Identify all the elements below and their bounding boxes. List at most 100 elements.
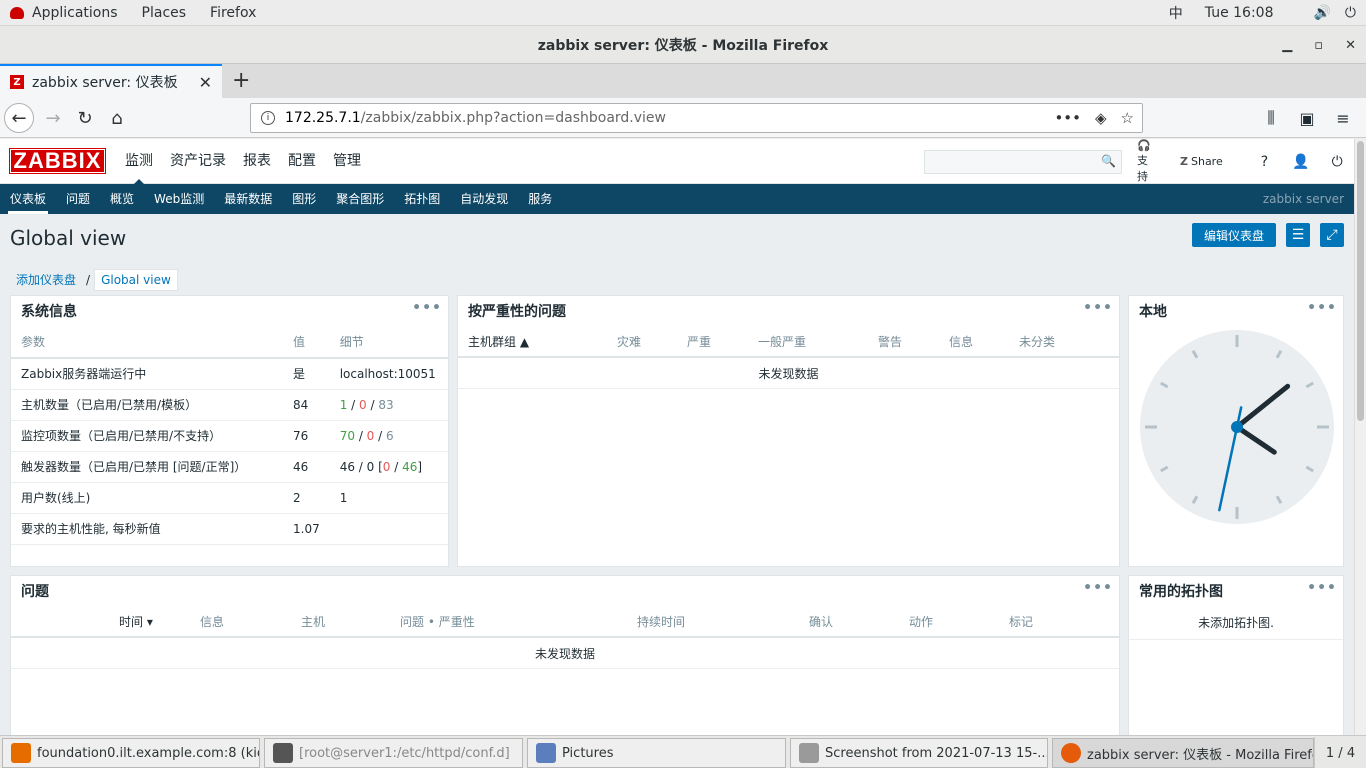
window-titlebar: zabbix server: 仪表板 - Mozilla Firefox ▁ ▫… xyxy=(0,26,1366,64)
sub-menu-overview[interactable]: 概览 xyxy=(100,184,144,214)
value-cell: 46 xyxy=(283,451,330,483)
home-icon[interactable]: ⌂ xyxy=(102,103,132,133)
column-host-group[interactable]: 主机群组 ▲ xyxy=(468,333,529,350)
widget-menu-icon[interactable]: ••• xyxy=(1307,580,1337,596)
column-not-classified: 未分类 xyxy=(1019,334,1056,349)
system-info-table: 参数 值 细节 Zabbix服务器端运行中 是 localhost:10051 … xyxy=(11,326,448,545)
support-label: 支持 xyxy=(1137,154,1148,183)
page-scrollbar[interactable] xyxy=(1354,139,1366,735)
power-icon[interactable]: ⏻ xyxy=(1345,5,1356,21)
sub-menu: 仪表板 问题 概览 Web监测 最新数据 图形 聚合图形 拓扑图 自动发现 服务… xyxy=(0,184,1354,214)
detail-cell: 1 / 0 / 83 xyxy=(329,389,448,421)
pocket-icon[interactable]: ◈ xyxy=(1095,109,1107,127)
value-cell: 76 xyxy=(283,420,330,452)
sign-out-icon[interactable]: ⏻ xyxy=(1332,154,1343,170)
detail-templates: 83 xyxy=(378,397,394,412)
main-menu-configuration[interactable]: 配置 xyxy=(281,139,323,184)
forward-icon[interactable]: → xyxy=(38,103,68,133)
clock-widget: 本地 ••• xyxy=(1128,295,1344,567)
applications-menu[interactable]: Applications xyxy=(32,5,118,21)
search-input[interactable]: 🔍 xyxy=(924,150,1122,174)
param-cell: 触发器数量（已启用/已禁用 [问题/正常]） xyxy=(11,451,283,483)
library-icon[interactable]: ⫼ xyxy=(1256,103,1286,133)
detail-prefix: 46 / 0 [ xyxy=(339,459,383,474)
bookmark-star-icon[interactable]: ☆ xyxy=(1121,109,1134,127)
breadcrumb-current[interactable]: Global view xyxy=(94,268,178,291)
sub-menu-discovery[interactable]: 自动发现 xyxy=(450,184,518,214)
clock[interactable]: Tue 16:08 xyxy=(1205,5,1274,21)
user-profile-icon[interactable]: 👤 xyxy=(1292,154,1309,170)
detail-cell xyxy=(329,513,448,545)
zabbix-logo[interactable]: ZABBIX xyxy=(9,148,106,174)
taskbar-item-foundation[interactable]: foundation0.ilt.example.com:8 (kios... xyxy=(2,738,260,768)
reload-icon[interactable]: ↻ xyxy=(70,103,100,133)
support-link[interactable]: 🎧 支持 xyxy=(1137,139,1164,184)
taskbar-item-terminal[interactable]: [root@server1:/etc/httpd/conf.d] xyxy=(264,738,523,768)
scrollbar-thumb[interactable] xyxy=(1357,141,1364,421)
url-bar[interactable]: i 172.25.7.1/zabbix/zabbix.php?action=da… xyxy=(250,103,1143,133)
taskbar-item-screenshot[interactable]: Screenshot from 2021-07-13 15-... xyxy=(790,738,1048,768)
widget-header: 问题 ••• xyxy=(11,576,1119,606)
info-icon[interactable]: i xyxy=(261,111,275,125)
widget-menu-icon[interactable]: ••• xyxy=(1083,580,1113,596)
sidebar-icon[interactable]: ▣ xyxy=(1292,103,1322,133)
sub-menu-web[interactable]: Web监测 xyxy=(144,184,214,214)
hamburger-menu-icon[interactable]: ≡ xyxy=(1328,103,1358,133)
sub-menu-latest-data[interactable]: 最新数据 xyxy=(214,184,282,214)
firefox-menu[interactable]: Firefox xyxy=(210,5,256,21)
detail-suffix: ] xyxy=(417,459,423,474)
sub-menu-screens[interactable]: 聚合图形 xyxy=(326,184,394,214)
close-window-icon[interactable]: ✕ xyxy=(1345,38,1356,53)
new-tab-icon[interactable]: + xyxy=(232,68,250,93)
places-menu[interactable]: Places xyxy=(142,5,187,21)
back-icon[interactable]: ← xyxy=(4,103,34,133)
sub-menu-maps[interactable]: 拓扑图 xyxy=(394,184,450,214)
edit-dashboard-button[interactable]: 编辑仪表盘 xyxy=(1192,223,1276,247)
table-row: 主机数量（已启用/已禁用/模板） 84 1 / 0 / 83 xyxy=(11,389,448,421)
tab-title: zabbix server: 仪表板 xyxy=(32,75,178,91)
workspace-pager[interactable]: 1 / 4 xyxy=(1314,737,1366,768)
widget-menu-icon[interactable]: ••• xyxy=(412,300,442,316)
column-time[interactable]: 时间 ▾ xyxy=(119,613,153,630)
close-tab-icon[interactable]: ✕ xyxy=(199,73,212,92)
headset-icon: 🎧 xyxy=(1137,139,1151,152)
gnome-top-bar: Applications Places Firefox 中 Tue 16:08 … xyxy=(0,0,1366,26)
share-link[interactable]: Z Share xyxy=(1180,155,1239,168)
tab-strip: Z zabbix server: 仪表板 ✕ + xyxy=(0,64,1366,98)
taskbar: foundation0.ilt.example.com:8 (kios... [… xyxy=(0,735,1366,768)
search-icon[interactable]: 🔍 xyxy=(1101,154,1116,168)
sub-menu-dashboard[interactable]: 仪表板 xyxy=(0,184,56,214)
volume-icon[interactable]: 🔊 xyxy=(1313,5,1330,21)
page-actions-icon[interactable]: ••• xyxy=(1054,109,1081,127)
share-label: Share xyxy=(1190,155,1223,168)
column-host: 主机 xyxy=(301,614,326,629)
sub-menu-graphs[interactable]: 图形 xyxy=(282,184,326,214)
widget-header: 系统信息 ••• xyxy=(11,296,448,326)
main-menu-administration[interactable]: 管理 xyxy=(326,139,368,184)
minimize-icon[interactable]: ▁ xyxy=(1282,38,1292,53)
favourite-maps-widget: 常用的拓扑图 ••• 未添加拓扑图. xyxy=(1128,575,1344,745)
table-header: 主机群组 ▲ 灾难 严重 一般严重 警告 信息 未分类 xyxy=(458,326,1119,358)
main-menu-inventory[interactable]: 资产记录 xyxy=(163,139,233,184)
widget-menu-icon[interactable]: ••• xyxy=(1083,300,1113,316)
column-header: 值 xyxy=(283,326,330,359)
widget-header: 常用的拓扑图 ••• xyxy=(1129,576,1343,606)
share-z-icon: Z xyxy=(1180,155,1188,168)
maximize-icon[interactable]: ▫ xyxy=(1314,38,1323,53)
sub-menu-problems[interactable]: 问题 xyxy=(56,184,100,214)
fullscreen-button[interactable]: ⤢ xyxy=(1320,223,1344,247)
browser-tab[interactable]: Z zabbix server: 仪表板 ✕ xyxy=(0,64,222,98)
widget-menu-icon[interactable]: ••• xyxy=(1307,300,1337,316)
breadcrumb-dashboards[interactable]: 添加仪表盘 xyxy=(10,267,82,292)
param-cell: 主机数量（已启用/已禁用/模板） xyxy=(11,389,283,421)
taskbar-label: zabbix server: 仪表板 - Mozilla Firefox xyxy=(1087,747,1314,763)
column-ack: 确认 xyxy=(809,614,834,629)
taskbar-item-pictures[interactable]: Pictures xyxy=(527,738,786,768)
dashboard-actions-button[interactable]: ☰ xyxy=(1286,223,1310,247)
sub-menu-services[interactable]: 服务 xyxy=(518,184,562,214)
help-link[interactable]: ? xyxy=(1261,154,1268,170)
input-method-indicator[interactable]: 中 xyxy=(1169,3,1183,23)
taskbar-item-firefox[interactable]: zabbix server: 仪表板 - Mozilla Firefox xyxy=(1052,738,1314,768)
main-menu-monitoring[interactable]: 监测 xyxy=(118,139,160,185)
main-menu-reports[interactable]: 报表 xyxy=(236,139,278,184)
